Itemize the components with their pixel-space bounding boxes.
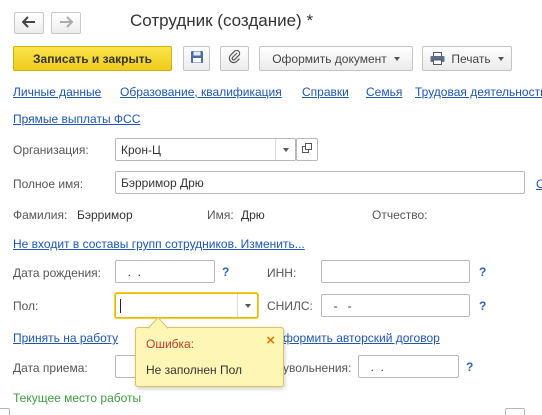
chevron-down-icon <box>393 56 400 61</box>
paperclip-icon <box>228 49 242 67</box>
full-name-label: Полное имя: <box>13 177 84 191</box>
forward-button[interactable] <box>51 12 81 34</box>
chevron-down-icon <box>497 56 504 61</box>
current-workplace-label: Текущее место работы <box>13 391 142 405</box>
attach-button[interactable] <box>220 46 249 71</box>
window-title: Сотрудник (создание) * <box>130 11 314 30</box>
gender-dropdown-button[interactable] <box>237 294 257 317</box>
arrow-left-icon <box>21 15 36 31</box>
tab-personal-data[interactable]: Личные данные <box>13 85 101 99</box>
make-document-button[interactable]: Оформить документ <box>259 46 413 71</box>
full-name-value: Бэрримор Дрю <box>121 175 204 190</box>
printer-icon <box>430 52 445 65</box>
error-tooltip: Ошибка: × Не заполнен Пол <box>135 317 284 387</box>
gender-select[interactable] <box>115 293 258 318</box>
dismiss-date-label: увольнения: <box>283 361 352 375</box>
name-label: Имя: <box>207 208 234 222</box>
gender-label: Пол: <box>13 299 39 313</box>
tooltip-message: Не заполнен Пол <box>146 363 243 377</box>
organization-label: Организация: <box>13 143 89 157</box>
save-and-close-label: Записать и закрыть <box>33 51 152 66</box>
floppy-disk-icon <box>190 50 204 67</box>
full-name-extra-link[interactable]: С <box>536 177 542 191</box>
birth-date-value: . . <box>121 264 142 279</box>
current-workplace-field-right[interactable] <box>505 408 525 415</box>
organization-dropdown-button[interactable] <box>275 139 295 160</box>
save-button[interactable] <box>183 46 210 71</box>
tab-education[interactable]: Образование, квалификация <box>120 85 282 99</box>
dismiss-date-value: . . <box>364 359 385 374</box>
arrow-right-icon <box>59 15 74 31</box>
organization-field[interactable]: Крон-Ц <box>115 138 296 161</box>
tab-family[interactable]: Семья <box>366 85 402 99</box>
tooltip-close-icon[interactable]: × <box>266 332 275 349</box>
snils-label: СНИЛС: <box>267 299 313 313</box>
chevron-down-icon <box>282 147 289 152</box>
text-cursor <box>120 299 121 313</box>
inn-input[interactable] <box>321 260 470 283</box>
patronymic-label: Отчество: <box>372 208 428 222</box>
organization-open-button[interactable] <box>296 138 318 161</box>
print-button[interactable]: Печать <box>422 46 512 71</box>
dismiss-date-input[interactable]: . . <box>358 355 459 378</box>
snils-value: - - <box>327 298 352 313</box>
print-label: Печать <box>451 51 491 66</box>
snils-input[interactable]: - - <box>321 294 470 317</box>
tooltip-pointer <box>148 317 168 329</box>
make-document-label: Оформить документ <box>272 51 387 66</box>
surname-value: Бэрримор <box>77 208 133 222</box>
tab-employment-history[interactable]: Трудовая деятельность <box>415 85 542 99</box>
inn-help-icon[interactable]: ? <box>479 265 486 279</box>
author-contract-link[interactable]: формить авторский договор <box>283 331 440 345</box>
employee-groups-link[interactable]: Не входит в составы групп сотрудников. И… <box>13 237 305 251</box>
name-value: Дрю <box>241 208 265 222</box>
snils-help-icon[interactable]: ? <box>479 299 486 313</box>
chevron-down-icon <box>244 303 251 308</box>
hire-date-label: Дата приема: <box>13 361 88 375</box>
tooltip-title: Ошибка: <box>146 337 195 351</box>
full-name-input[interactable]: Бэрримор Дрю <box>115 171 525 194</box>
birth-date-help-icon[interactable]: ? <box>222 265 229 279</box>
tab-certificates[interactable]: Справки <box>302 85 349 99</box>
organization-value: Крон-Ц <box>121 142 161 157</box>
birth-date-label: Дата рождения: <box>13 266 101 280</box>
birth-date-input[interactable]: . . <box>115 260 215 283</box>
inn-label: ИНН: <box>267 266 297 280</box>
back-button[interactable] <box>14 12 44 34</box>
open-icon <box>301 142 313 157</box>
current-workplace-field[interactable] <box>0 408 10 415</box>
save-and-close-button[interactable]: Записать и закрыть <box>13 46 172 71</box>
dismiss-date-help-icon[interactable]: ? <box>466 360 473 374</box>
fss-direct-payments-link[interactable]: Прямые выплаты ФСС <box>13 112 140 126</box>
surname-label: Фамилия: <box>13 208 68 222</box>
hire-link[interactable]: Принять на работу <box>13 331 118 345</box>
